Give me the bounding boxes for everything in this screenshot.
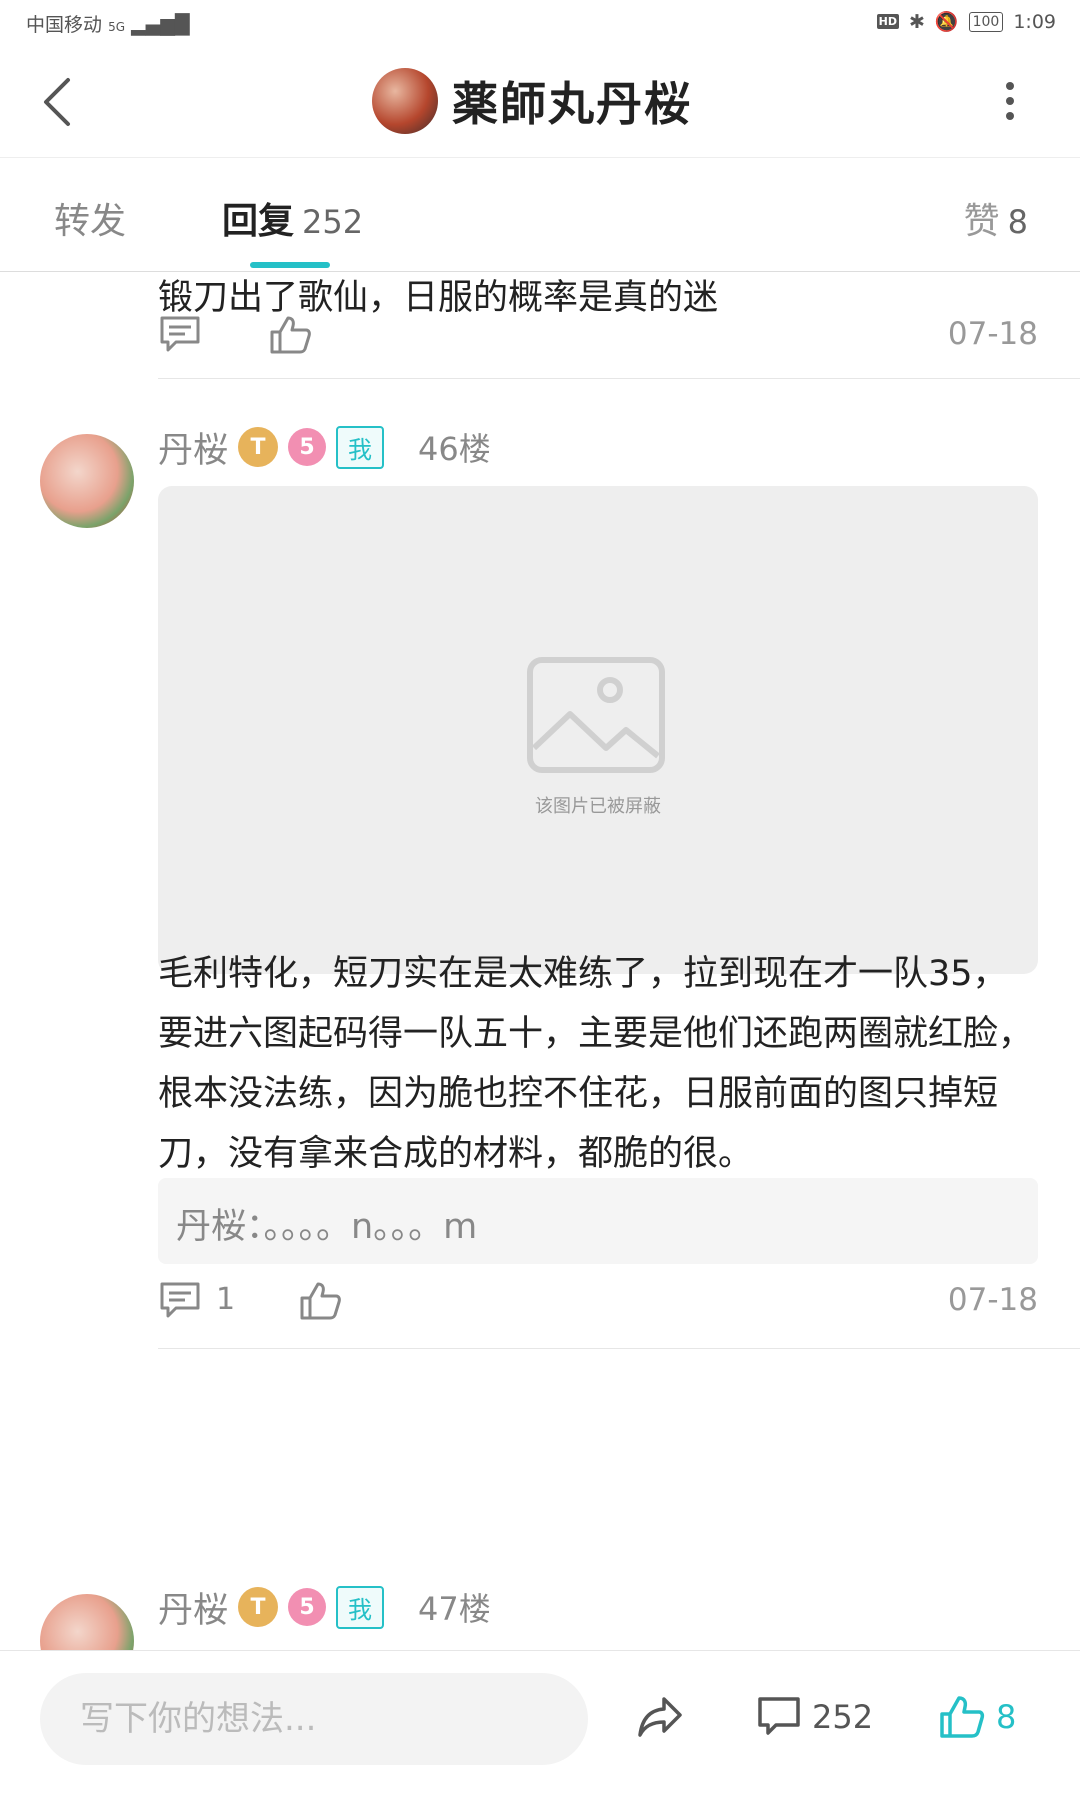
back-icon[interactable]	[38, 74, 78, 130]
status-bar: 中国移动 5G ▂▄▆█ HD ✱ 🔕 100 1:09	[0, 0, 1080, 44]
rank-badge-icon: 5	[288, 1588, 327, 1626]
avatar[interactable]	[372, 68, 438, 134]
comment-input-wrap[interactable]	[40, 1673, 588, 1765]
header-title-group[interactable]: 薬師丸丹桜	[372, 68, 692, 134]
carrier-label: 中国移动 5G ▂▄▆█	[26, 14, 190, 36]
like-icon[interactable]	[298, 1280, 342, 1320]
battery-icon: 100	[968, 11, 1004, 32]
level-badge-icon: T	[238, 1587, 279, 1627]
me-badge: 我	[336, 1585, 385, 1629]
mute-icon: 🔕	[934, 11, 959, 33]
status-right: HD ✱ 🔕 100 1:09	[876, 10, 1056, 33]
post-date: 07-18	[947, 1282, 1038, 1318]
like-icon	[940, 1696, 985, 1738]
post-text: 毛利特化，短刀实在是太难练了，拉到现在才一队35，要进六图起码得一队五十，主要是…	[158, 954, 1034, 1174]
comment-icon[interactable]	[158, 1280, 202, 1320]
like-button[interactable]: 8	[938, 1687, 1016, 1747]
blocked-image[interactable]: 该图片已被屏蔽	[158, 486, 1038, 974]
comment-input[interactable]	[40, 1673, 588, 1765]
tab-forward[interactable]: 转发	[54, 192, 126, 244]
level-badge-icon: T	[238, 427, 279, 467]
divider	[158, 378, 1080, 379]
floor-number: 46楼	[418, 430, 491, 468]
post-actions: 07-18	[158, 310, 1038, 360]
like-count: 8	[1007, 203, 1028, 241]
hd-icon: HD	[876, 14, 899, 29]
author-row: 丹桜 T 5 我 47楼	[158, 1582, 491, 1632]
avatar[interactable]	[40, 1594, 134, 1650]
quoted-reply[interactable]: 丹桜：。。。。n。。。m	[158, 1178, 1038, 1264]
avatar[interactable]	[40, 434, 134, 528]
floor-number: 47楼	[418, 1590, 491, 1628]
me-badge: 我	[336, 425, 385, 469]
tab-like[interactable]: 赞8	[964, 192, 1028, 244]
image-placeholder-icon	[527, 657, 665, 773]
comment-count: 252	[812, 1698, 874, 1736]
like-icon[interactable]	[268, 314, 312, 354]
author-name[interactable]: 丹桜	[158, 422, 228, 473]
top-bar: 薬師丸丹桜	[0, 44, 1080, 158]
author-name[interactable]: 丹桜	[158, 1582, 228, 1633]
reply-feed[interactable]: 锻刀出了歌仙，日服的概率是真的迷 07-18 丹桜 T 5 我 46楼 该图片已…	[0, 272, 1080, 1650]
like-count: 8	[996, 1698, 1017, 1736]
rank-badge-icon: 5	[288, 428, 327, 466]
tab-bar: 转发 回复 252 赞8	[0, 158, 1080, 272]
comment-count: 1	[216, 1282, 236, 1317]
more-icon[interactable]	[1004, 82, 1016, 122]
comment-icon[interactable]	[158, 314, 202, 354]
bluetooth-icon: ✱	[909, 10, 925, 33]
blocked-image-label: 该图片已被屏蔽	[535, 796, 661, 817]
author-row: 丹桜 T 5 我 46楼	[158, 422, 491, 472]
post-date: 07-18	[947, 316, 1038, 352]
divider	[158, 1348, 1080, 1349]
comment-icon	[758, 1697, 800, 1735]
bottom-bar: 252 8	[0, 1650, 1080, 1800]
active-tab-indicator	[250, 262, 330, 268]
tab-reply[interactable]: 回复 252	[222, 192, 363, 244]
share-button[interactable]	[636, 1687, 684, 1747]
post-actions: 1 07-18	[158, 1276, 1038, 1326]
comments-button[interactable]: 252	[756, 1687, 873, 1747]
reply-count: 252	[302, 203, 364, 241]
page-title: 薬師丸丹桜	[452, 77, 692, 131]
quoted-reply-text: 丹桜：。。。。n。。。m	[176, 1207, 478, 1247]
share-icon	[638, 1697, 682, 1737]
clock: 1:09	[1013, 10, 1056, 33]
